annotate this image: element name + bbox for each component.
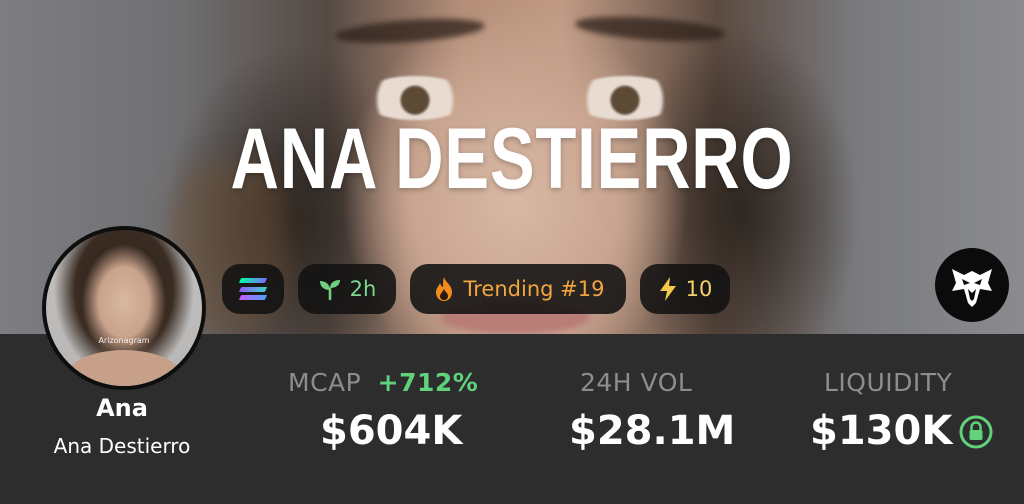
liquidity-label: LIQUIDITY (824, 368, 953, 397)
mcap-label-row: MCAP +712% (288, 368, 478, 397)
lock-icon[interactable] (958, 414, 994, 450)
age-badge[interactable]: 2h (298, 264, 396, 314)
trending-badge[interactable]: Trending #19 (410, 264, 626, 314)
token-avatar[interactable]: Arizonagram (42, 226, 206, 390)
eagle-icon[interactable] (935, 248, 1009, 322)
avatar-watermark: Arizonagram (98, 336, 150, 345)
mcap-label: MCAP (288, 368, 362, 397)
boost-badge[interactable]: 10 (640, 264, 730, 314)
chain-badge[interactable] (222, 264, 284, 314)
volume-value: $28.1M (569, 408, 736, 454)
liquidity-value: $130K (810, 408, 953, 454)
mcap-value: $604K (320, 408, 463, 454)
token-card: ANA DESTIERRO Arizonagram Ana Ana Destie… (0, 0, 1024, 504)
sprout-icon (319, 280, 340, 301)
lightning-icon (659, 277, 676, 301)
avatar-shoulders (64, 350, 184, 386)
mcap-change: +712% (377, 368, 479, 397)
eagle-logo-graphic (952, 269, 992, 307)
token-full-name: Ana Destierro (53, 434, 191, 458)
age-text: 2h (349, 277, 377, 301)
boost-count: 10 (685, 277, 713, 301)
banner-title: ANA DESTIERRO (230, 111, 794, 207)
volume-label: 24H VOL (580, 368, 693, 397)
banner-brow-left (334, 14, 486, 48)
fire-icon (435, 277, 452, 301)
token-symbol-name: Ana (96, 394, 148, 422)
banner-brow-right (574, 12, 726, 46)
trending-text: Trending #19 (463, 277, 605, 301)
solana-icon (238, 278, 268, 300)
